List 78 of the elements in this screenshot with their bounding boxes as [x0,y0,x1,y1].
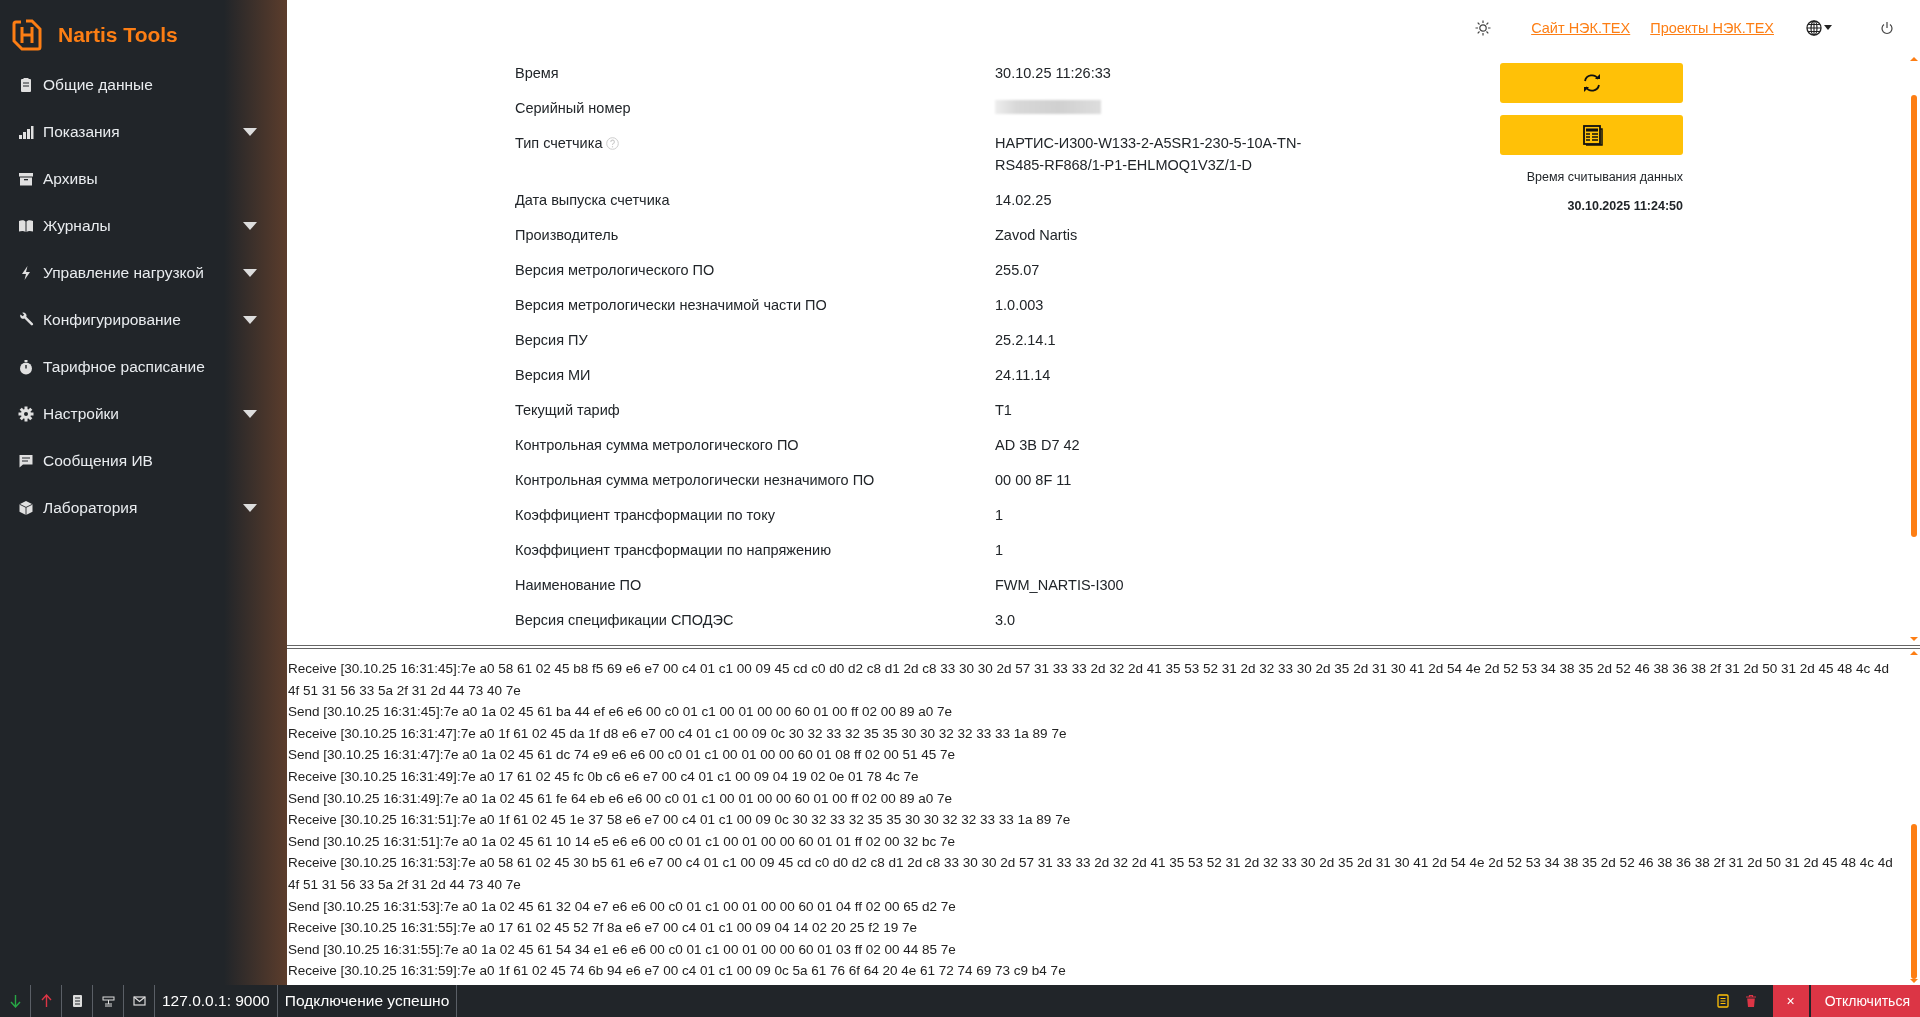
scrollbar[interactable] [1908,649,1920,985]
sidebar-item[interactable]: Лаборатория [0,484,287,531]
log-line: Send [30.10.25 16:31:45]:7e a0 1a 02 45 61 ba 44 ef e6 e6 00 c0 01 c1 00 01 00 00 60 01 00 ff 02 00 89 a0 7e [288,703,954,722]
wrench-icon [18,311,34,328]
field-value: 25.2.14.1 [995,330,1057,350]
bar-chart-icon [18,123,34,140]
field-value: 1 [995,540,1005,560]
archive-box-icon [18,170,34,187]
stopwatch-icon [18,358,34,375]
connection-address: 127.0.0.1: 9000 [155,985,278,1017]
field-label: Коэффициент трансформации по напряжению [515,540,832,560]
field-value: 00 00 8F 11 [995,470,1073,490]
field-label: Версия метрологического ПО [515,260,715,280]
field-value: FWM_NARTIS-I300 [995,575,1125,595]
field-label: Наименование ПО [515,575,642,595]
log-line: Send [30.10.25 16:31:55]:7e a0 1a 02 45 61 54 34 e1 e6 e6 00 c0 01 c1 00 01 00 00 60 01 03 ff 02 00 44 85 7e [288,940,957,959]
log-line: Receive [30.10.25 16:31:59]:7e a0 1f 61 02 45 74 6b 94 e6 e7 00 c4 01 c1 00 09 0c 5a 61 76 6f 64 20 4e 61 72 74 69 73 c9 b4 7e [288,962,1067,981]
sidebar-item[interactable]: Настройки [0,390,287,437]
field-value: 1.0.003 [995,295,1045,315]
field-value: 24.11.14 [995,365,1052,385]
sidebar-item[interactable]: Конфигурирование [0,296,287,343]
log-line: Send [30.10.25 16:31:53]:7e a0 1a 02 45 61 32 04 e7 e6 e6 00 c0 01 c1 00 01 00 00 60 01 04 ff 02 00 65 d2 7e [288,897,957,916]
log-line: Receive [30.10.25 16:31:49]:7e a0 17 61 02 45 fc 0b c6 e6 e7 00 c4 01 c1 00 09 04 19 02 0e 01 78 4c 7e [288,768,920,787]
log-line: Send [30.10.25 16:31:51]:7e a0 1a 02 45 61 10 14 e5 e6 e6 00 c0 01 c1 00 01 00 00 60 01 01 ff 02 00 32 bc 7e [288,832,957,851]
field-value: T1 [995,400,1013,420]
field-value: НАРТИС-И300-W133-2-A5SR1-230-5-10A-TN-RS485-RF868/1-P1-EHLMOQ1V3Z/1-D [995,133,1303,175]
field-value: 14.02.25 [995,190,1053,210]
field-label: Серийный номер [515,98,631,118]
cube-icon [18,499,34,516]
field-label: Версия метрологически незначимой части ПО [515,295,827,315]
field-label: Дата выпуска счетчика [515,190,670,210]
sidebar-item[interactable]: Тарифное расписание [0,343,287,390]
sidebar-item[interactable]: Общие данные [0,61,287,108]
read-time-caption: Время считывания данных [1525,169,1683,186]
power-icon[interactable] [1880,20,1894,35]
field-label: Контрольная сумма метрологически незначимого ПО [515,470,875,490]
field-value: 1 [995,505,1005,525]
connection-status: Подключение успешно [277,985,458,1017]
log-line: Receive [30.10.25 16:31:47]:7e a0 1f 61 02 45 da 1f d8 e6 e7 00 c4 01 c1 00 09 0c 30 32 33 32 35 35 30 30 32 32 33 33 1a 89 7e [288,724,1068,743]
field-label: Время [515,63,559,83]
field-label: Версия спецификации СПОДЭС [515,610,734,630]
clipboard-icon [18,76,34,93]
log-line: Send [30.10.25 16:31:47]:7e a0 1a 02 45 61 dc 74 e9 e6 e6 00 c0 01 c1 00 01 00 00 60 01 08 ff 02 00 51 45 7e [288,746,957,765]
field-value: AD 3B D7 42 [995,435,1081,455]
field-value: Zavod Nartis [995,225,1079,245]
field-label: Текущий тариф [515,400,620,420]
log-line: Receive [30.10.25 16:31:45]:7e a0 58 61 02 45 b8 f5 69 e6 e7 00 c4 01 c1 00 09 45 cd c0 d0 d2 c8 d1 2d c8 33 30 30 2d 57 31 33 33 2d 32 2d 41 35 53 52 31 2d 32 33 30 2d 35 2d 31 30 41 2d 54 4e 2d 52 53 34 38 35 2d 52 46 38 36 38 2f 31 2d 50 31 2d 45 48 4c 4d 4f 51 31 56 33 5a 2f 31 2d 44 73 40 7e [288,660,1891,700]
field-label: Производитель [515,225,619,245]
sun-icon[interactable] [1475,19,1492,36]
field-label: Коэффициент трансформации по току [515,505,775,525]
sidebar-item[interactable]: Управление нагрузкой [0,249,287,296]
log-line: Receive [30.10.25 16:31:53]:7e a0 58 61 02 45 30 b5 61 e6 e7 00 c4 01 c1 00 09 45 cd c0 d0 d2 c8 d1 2d c8 33 30 30 2d 57 31 33 33 2d 32 2d 41 35 53 52 31 2d 32 33 30 2d 35 2d 31 30 41 2d 54 4e 2d 52 53 34 38 35 2d 52 46 38 36 38 2f 31 2d 50 31 2d 45 48 4c 4d 4f 51 31 56 33 5a 2f 31 2d 44 73 40 7e [288,854,1894,895]
sidebar-item[interactable]: Показания [0,108,287,155]
field-value: 3.0 [995,610,1017,630]
log-line: Send [30.10.25 16:31:49]:7e a0 1a 02 45 61 fe 64 eb e6 e6 00 c0 01 c1 00 01 00 00 60 01 00 ff 02 00 89 a0 7e [288,789,954,808]
field-value: 30.10.25 11:26:33 [995,63,1112,83]
field-label: Контрольная сумма метрологического ПО [515,435,799,455]
disconnect-button[interactable]: Отключиться [1810,985,1920,1017]
globe-icon[interactable] [1806,19,1822,36]
read-time-value: 30.10.2025 11:24:50 [1566,198,1683,215]
sidebar-item[interactable]: Архивы [0,155,287,202]
gear-icon [18,405,34,422]
field-label: Тип счетчика [515,133,603,153]
field-label: Версия МИ [515,365,591,385]
log-line: Receive [30.10.25 16:31:51]:7e a0 1f 61 02 45 1e 37 58 e6 e7 00 c4 01 c1 00 09 0c 30 32 33 32 35 35 30 30 32 32 33 33 1a 89 7e [288,811,1072,830]
caret-icon[interactable] [1824,25,1832,30]
close-button[interactable]: × [1772,985,1809,1017]
sidebar-item[interactable]: Журналы [0,202,287,249]
report-button[interactable] [1500,115,1683,155]
logo-icon [12,19,42,51]
book-icon [18,217,34,234]
log-line: Receive [30.10.25 16:31:55]:7e a0 17 61 02 45 52 7f 8a e6 e7 00 c4 01 c1 00 09 04 14 02 20 25 f2 19 7e [288,919,918,938]
field-value: 255.07 [995,260,1041,280]
chat-icon [18,452,34,469]
brand-name: Nartis Tools [58,23,178,47]
scrollbar[interactable] [1908,55,1920,643]
field-label: Версия ПУ [515,330,588,350]
sidebar-item[interactable]: Сообщения ИВ [0,437,287,484]
